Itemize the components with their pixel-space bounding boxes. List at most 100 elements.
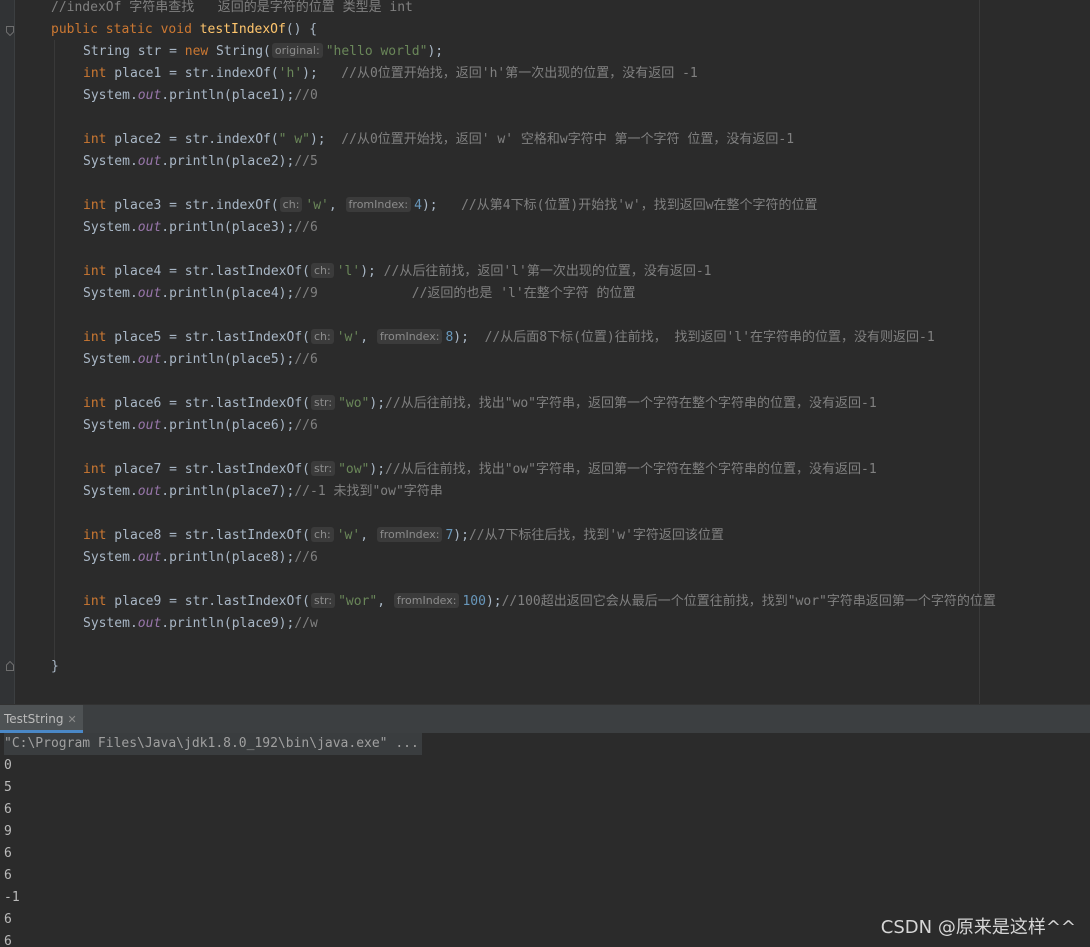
print-class: System. bbox=[83, 352, 138, 367]
string-declaration: String str = new String(original: "hello … bbox=[83, 43, 444, 59]
print-field: out bbox=[137, 616, 162, 631]
print-class: System. bbox=[83, 220, 138, 235]
print-class: System. bbox=[83, 286, 138, 301]
param-hint: fromIndex: bbox=[393, 593, 460, 608]
print-statement: System.out.println(place6);//6 bbox=[83, 415, 318, 437]
print-call: .println(place6); bbox=[161, 418, 295, 433]
extra-comment: //返回的也是 'l'在整个字符 的位置 bbox=[317, 286, 636, 301]
header-comment: //indexOf 字符串查找 返回的是字符的位置 类型是 int bbox=[51, 0, 413, 15]
result-comment: //6 bbox=[294, 550, 318, 565]
statement-end: ); bbox=[453, 330, 469, 345]
console-output-line: 6 bbox=[4, 802, 12, 817]
code-statement: int place8 = str.lastIndexOf(ch:'w', fro… bbox=[83, 527, 724, 543]
print-statement: System.out.println(place5);//6 bbox=[83, 349, 318, 371]
line-comment: //从第4下标(位置)开始找'w'，找到返回w在整个字符的位置 bbox=[437, 198, 818, 213]
console-output-line: 6 bbox=[4, 868, 12, 883]
type-keyword: int bbox=[83, 462, 107, 477]
type-keyword: int bbox=[83, 528, 107, 543]
result-comment: //6 bbox=[294, 220, 318, 235]
statement-end: ); bbox=[369, 462, 386, 477]
statement-end: ); bbox=[360, 264, 376, 279]
watermark: CSDN @原来是这样^^ bbox=[880, 917, 1076, 938]
console-output-line: 0 bbox=[4, 758, 12, 773]
code-statement: int place5 = str.lastIndexOf(ch:'w', fro… bbox=[83, 329, 935, 345]
argument: 'w' bbox=[336, 330, 361, 345]
param-hint: fromIndex: bbox=[376, 527, 443, 542]
param-hint: ch: bbox=[279, 197, 303, 212]
result-comment: //0 bbox=[294, 88, 318, 103]
code-statement: int place1 = str.indexOf('h'); //从0位置开始找… bbox=[83, 63, 698, 85]
assignment: place8 = str.lastIndexOf( bbox=[106, 528, 310, 543]
assignment: place4 = str.lastIndexOf( bbox=[106, 264, 310, 279]
editor-gutter bbox=[0, 0, 15, 704]
console-command-line: "C:\Program Files\Java\jdk1.8.0_192\bin\… bbox=[4, 733, 422, 755]
print-field: out bbox=[137, 352, 162, 367]
tab-label: TestString bbox=[4, 712, 64, 726]
statement-end: ); bbox=[369, 396, 386, 411]
code-editor[interactable]: //indexOf 字符串查找 返回的是字符的位置 类型是 int public… bbox=[0, 0, 1090, 704]
print-call: .println(place9); bbox=[161, 616, 295, 631]
type-keyword: int bbox=[83, 330, 107, 345]
line-comment: //从后往前找，找出"wo"字符串，返回第一个字符在整个字符串的位置，没有返回-… bbox=[385, 396, 877, 411]
code-statement: int place2 = str.indexOf(" w"); //从0位置开始… bbox=[83, 129, 794, 151]
print-field: out bbox=[137, 550, 162, 565]
assignment: place9 = str.lastIndexOf( bbox=[106, 594, 310, 609]
line-comment: //从后往前找，返回'l'第一次出现的位置，没有返回-1 bbox=[375, 264, 712, 279]
print-field: out bbox=[137, 154, 162, 169]
param-hint: str: bbox=[310, 461, 336, 476]
method-name: testIndexOf bbox=[199, 22, 286, 37]
line-comment: //从后面8下标(位置)往前找， 找到返回'l'在字符串的位置，没有则返回-1 bbox=[468, 330, 935, 345]
statement-end: ); bbox=[421, 198, 438, 213]
print-class: System. bbox=[83, 484, 138, 499]
param-hint: fromIndex: bbox=[376, 329, 443, 344]
tab-teststring[interactable]: TestString ✕ bbox=[0, 705, 83, 733]
result-comment: //w bbox=[294, 616, 318, 631]
console-output-line: 9 bbox=[4, 824, 12, 839]
fold-end-icon[interactable] bbox=[6, 661, 14, 671]
type-keyword: int bbox=[83, 66, 107, 81]
close-icon[interactable]: ✕ bbox=[67, 713, 76, 726]
print-class: System. bbox=[83, 616, 138, 631]
type-keyword: int bbox=[83, 396, 107, 411]
type-keyword: int bbox=[83, 264, 107, 279]
argument: 'l' bbox=[336, 264, 361, 279]
argument: "wor" bbox=[338, 594, 378, 609]
argument: 'w' bbox=[305, 198, 329, 213]
result-comment: //9 bbox=[294, 286, 318, 301]
print-field: out bbox=[137, 286, 162, 301]
result-comment: //5 bbox=[294, 154, 318, 169]
line-comment: //从0位置开始找，返回'h'第一次出现的位置，没有返回 -1 bbox=[317, 66, 698, 81]
console-output-line: 6 bbox=[4, 912, 12, 927]
print-statement: System.out.println(place9);//w bbox=[83, 613, 318, 635]
print-class: System. bbox=[83, 154, 138, 169]
code-statement: int place9 = str.lastIndexOf(str: "wor", … bbox=[83, 593, 996, 609]
print-field: out bbox=[137, 484, 162, 499]
param-hint: ch: bbox=[310, 527, 334, 542]
result-comment: //6 bbox=[294, 418, 318, 433]
print-statement: System.out.println(place4);//9 //返回的也是 '… bbox=[83, 283, 636, 305]
result-comment: //-1 未找到"ow"字符串 bbox=[294, 484, 443, 499]
statement-end: ); bbox=[453, 528, 469, 543]
param-hint: fromIndex: bbox=[345, 197, 412, 212]
code-statement: int place7 = str.lastIndexOf(str: "ow");/… bbox=[83, 459, 877, 481]
statement-end: ); bbox=[309, 132, 326, 147]
fold-open-icon[interactable] bbox=[6, 26, 14, 36]
code-statement: int place6 = str.lastIndexOf(str: "wo");/… bbox=[83, 393, 877, 415]
result-comment: //6 bbox=[294, 352, 318, 367]
print-statement: System.out.println(place3);//6 bbox=[83, 217, 318, 239]
assignment: place3 = str.indexOf( bbox=[106, 198, 279, 213]
run-tool-window-tabs: TestString ✕ bbox=[0, 704, 1090, 734]
print-class: System. bbox=[83, 88, 138, 103]
argument: 4 bbox=[414, 198, 422, 213]
print-statement: System.out.println(place1);//0 bbox=[83, 85, 318, 107]
console-output-line: 6 bbox=[4, 846, 12, 861]
statement-end: ); bbox=[485, 594, 502, 609]
print-call: .println(place4); bbox=[161, 286, 295, 301]
type-keyword: int bbox=[83, 132, 107, 147]
print-call: .println(place3); bbox=[161, 220, 295, 235]
print-statement: System.out.println(place2);//5 bbox=[83, 151, 318, 173]
assignment: place7 = str.lastIndexOf( bbox=[106, 462, 310, 477]
console-output-line: 6 bbox=[4, 934, 12, 947]
print-call: .println(place7); bbox=[161, 484, 295, 499]
argument: " w" bbox=[278, 132, 310, 147]
